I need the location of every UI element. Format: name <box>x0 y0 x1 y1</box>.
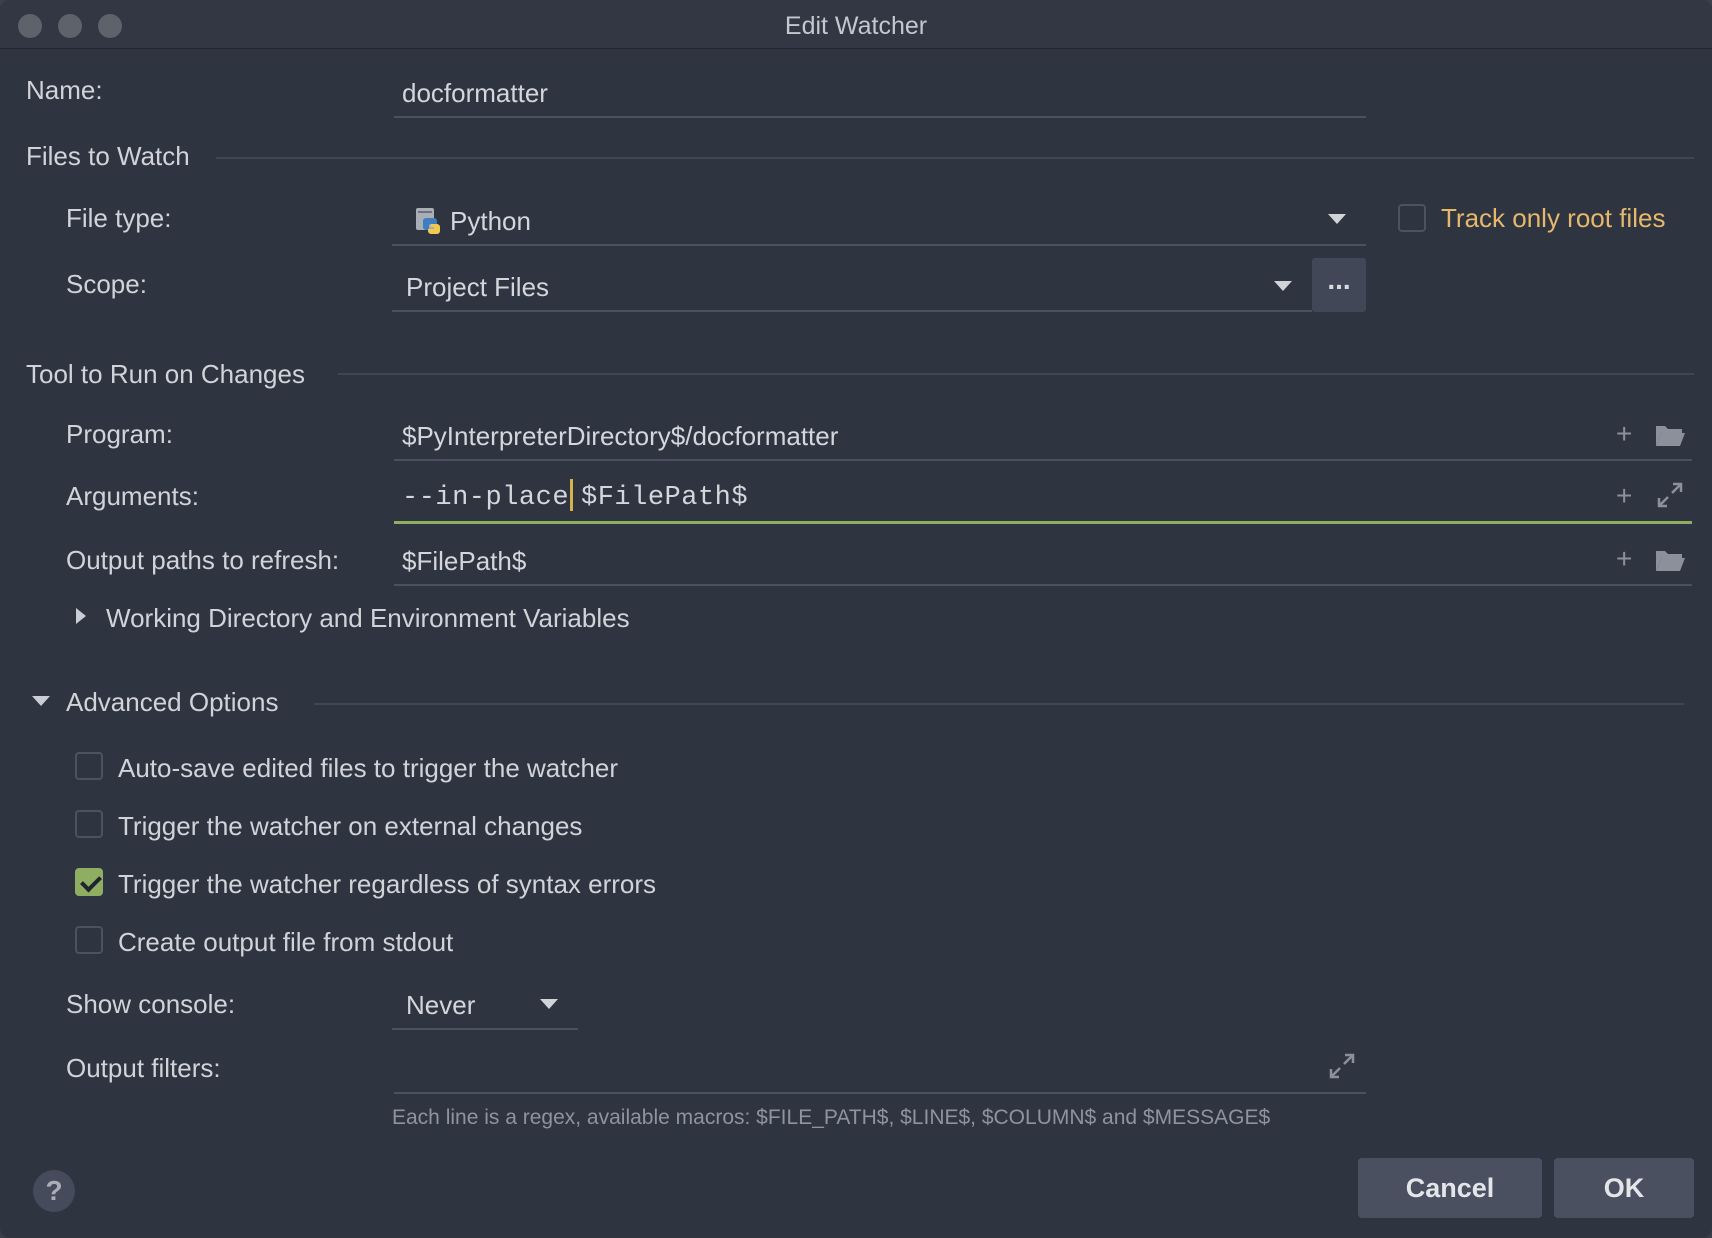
option-label: Trigger the watcher regardless of syntax… <box>118 869 657 899</box>
show-console-value: Never <box>406 990 476 1020</box>
output-filters-hint: Each line is a regex, available macros: … <box>392 1106 1271 1129</box>
external-changes-checkbox[interactable] <box>75 810 103 838</box>
expand-icon[interactable] <box>1328 1052 1356 1085</box>
file-type-label: File type: <box>66 203 172 233</box>
chevron-right-icon[interactable] <box>76 608 86 624</box>
arguments-label: Arguments: <box>66 481 199 511</box>
option-label: Create output file from stdout <box>118 927 454 957</box>
ok-button[interactable]: OK <box>1554 1158 1694 1218</box>
stdout-output-checkbox[interactable] <box>75 926 103 954</box>
name-value: docformatter <box>402 78 548 108</box>
program-value: $PyInterpreterDirectory$/docformatter <box>402 421 839 451</box>
help-button[interactable]: ? <box>33 1170 75 1212</box>
arguments-field[interactable]: --in-place $FilePath$ + <box>394 471 1692 524</box>
name-label: Name: <box>26 75 103 105</box>
program-label: Program: <box>66 419 173 449</box>
auto-save-checkbox[interactable] <box>75 752 103 780</box>
chevron-down-icon[interactable] <box>32 696 50 706</box>
file-type-value: Python <box>450 206 531 236</box>
output-paths-label: Output paths to refresh: <box>66 545 340 575</box>
separator <box>314 703 1684 705</box>
option-label: Auto-save edited files to trigger the wa… <box>118 753 619 783</box>
working-directory-toggle[interactable]: Working Directory and Environment Variab… <box>106 603 630 634</box>
files-to-watch-heading: Files to Watch <box>26 141 190 171</box>
advanced-options-heading[interactable]: Advanced Options <box>66 687 278 718</box>
chevron-down-icon <box>1328 214 1346 224</box>
plus-icon[interactable]: + <box>1616 420 1632 448</box>
name-field[interactable]: docformatter <box>394 66 1366 118</box>
show-console-dropdown[interactable]: Never <box>392 978 578 1030</box>
track-root-files-label: Track only root files <box>1441 203 1666 233</box>
text-cursor <box>570 479 574 511</box>
edit-watcher-dialog: Edit Watcher Name: docformatter Files to… <box>0 0 1712 1238</box>
window-title: Edit Watcher <box>784 12 928 40</box>
folder-icon[interactable] <box>1654 422 1686 453</box>
separator <box>216 157 1694 159</box>
plus-icon[interactable]: + <box>1616 482 1632 510</box>
file-type-dropdown[interactable]: Python <box>392 194 1366 246</box>
title-bar: Edit Watcher <box>0 0 1712 49</box>
scope-more-button[interactable]: ... <box>1312 258 1366 312</box>
expand-icon[interactable] <box>1656 481 1684 514</box>
python-file-icon <box>414 206 442 236</box>
scope-label: Scope: <box>66 269 147 299</box>
output-filters-label: Output filters: <box>66 1053 221 1083</box>
program-field[interactable]: $PyInterpreterDirectory$/docformatter + <box>394 409 1692 461</box>
arguments-text-after-cursor: $FilePath$ <box>581 483 749 513</box>
chevron-down-icon <box>1274 281 1292 291</box>
syntax-errors-checkbox[interactable] <box>75 868 103 896</box>
scope-value: Project Files <box>406 272 550 302</box>
tool-to-run-heading: Tool to Run on Changes <box>26 359 305 389</box>
folder-icon[interactable] <box>1654 547 1686 578</box>
output-paths-value: $FilePath$ <box>402 546 527 576</box>
arguments-text-before-cursor: --in-place <box>402 483 570 513</box>
plus-icon[interactable]: + <box>1616 545 1632 573</box>
chevron-down-icon <box>540 999 558 1009</box>
option-label: Trigger the watcher on external changes <box>118 811 583 841</box>
show-console-label: Show console: <box>66 989 236 1019</box>
cancel-button[interactable]: Cancel <box>1358 1158 1542 1218</box>
output-paths-field[interactable]: $FilePath$ + <box>394 534 1692 586</box>
output-filters-field[interactable] <box>394 1042 1366 1094</box>
arguments-value: --in-place $FilePath$ <box>402 479 748 513</box>
separator <box>338 373 1694 375</box>
track-root-files-checkbox[interactable] <box>1398 204 1426 232</box>
scope-dropdown[interactable]: Project Files <box>392 260 1312 312</box>
